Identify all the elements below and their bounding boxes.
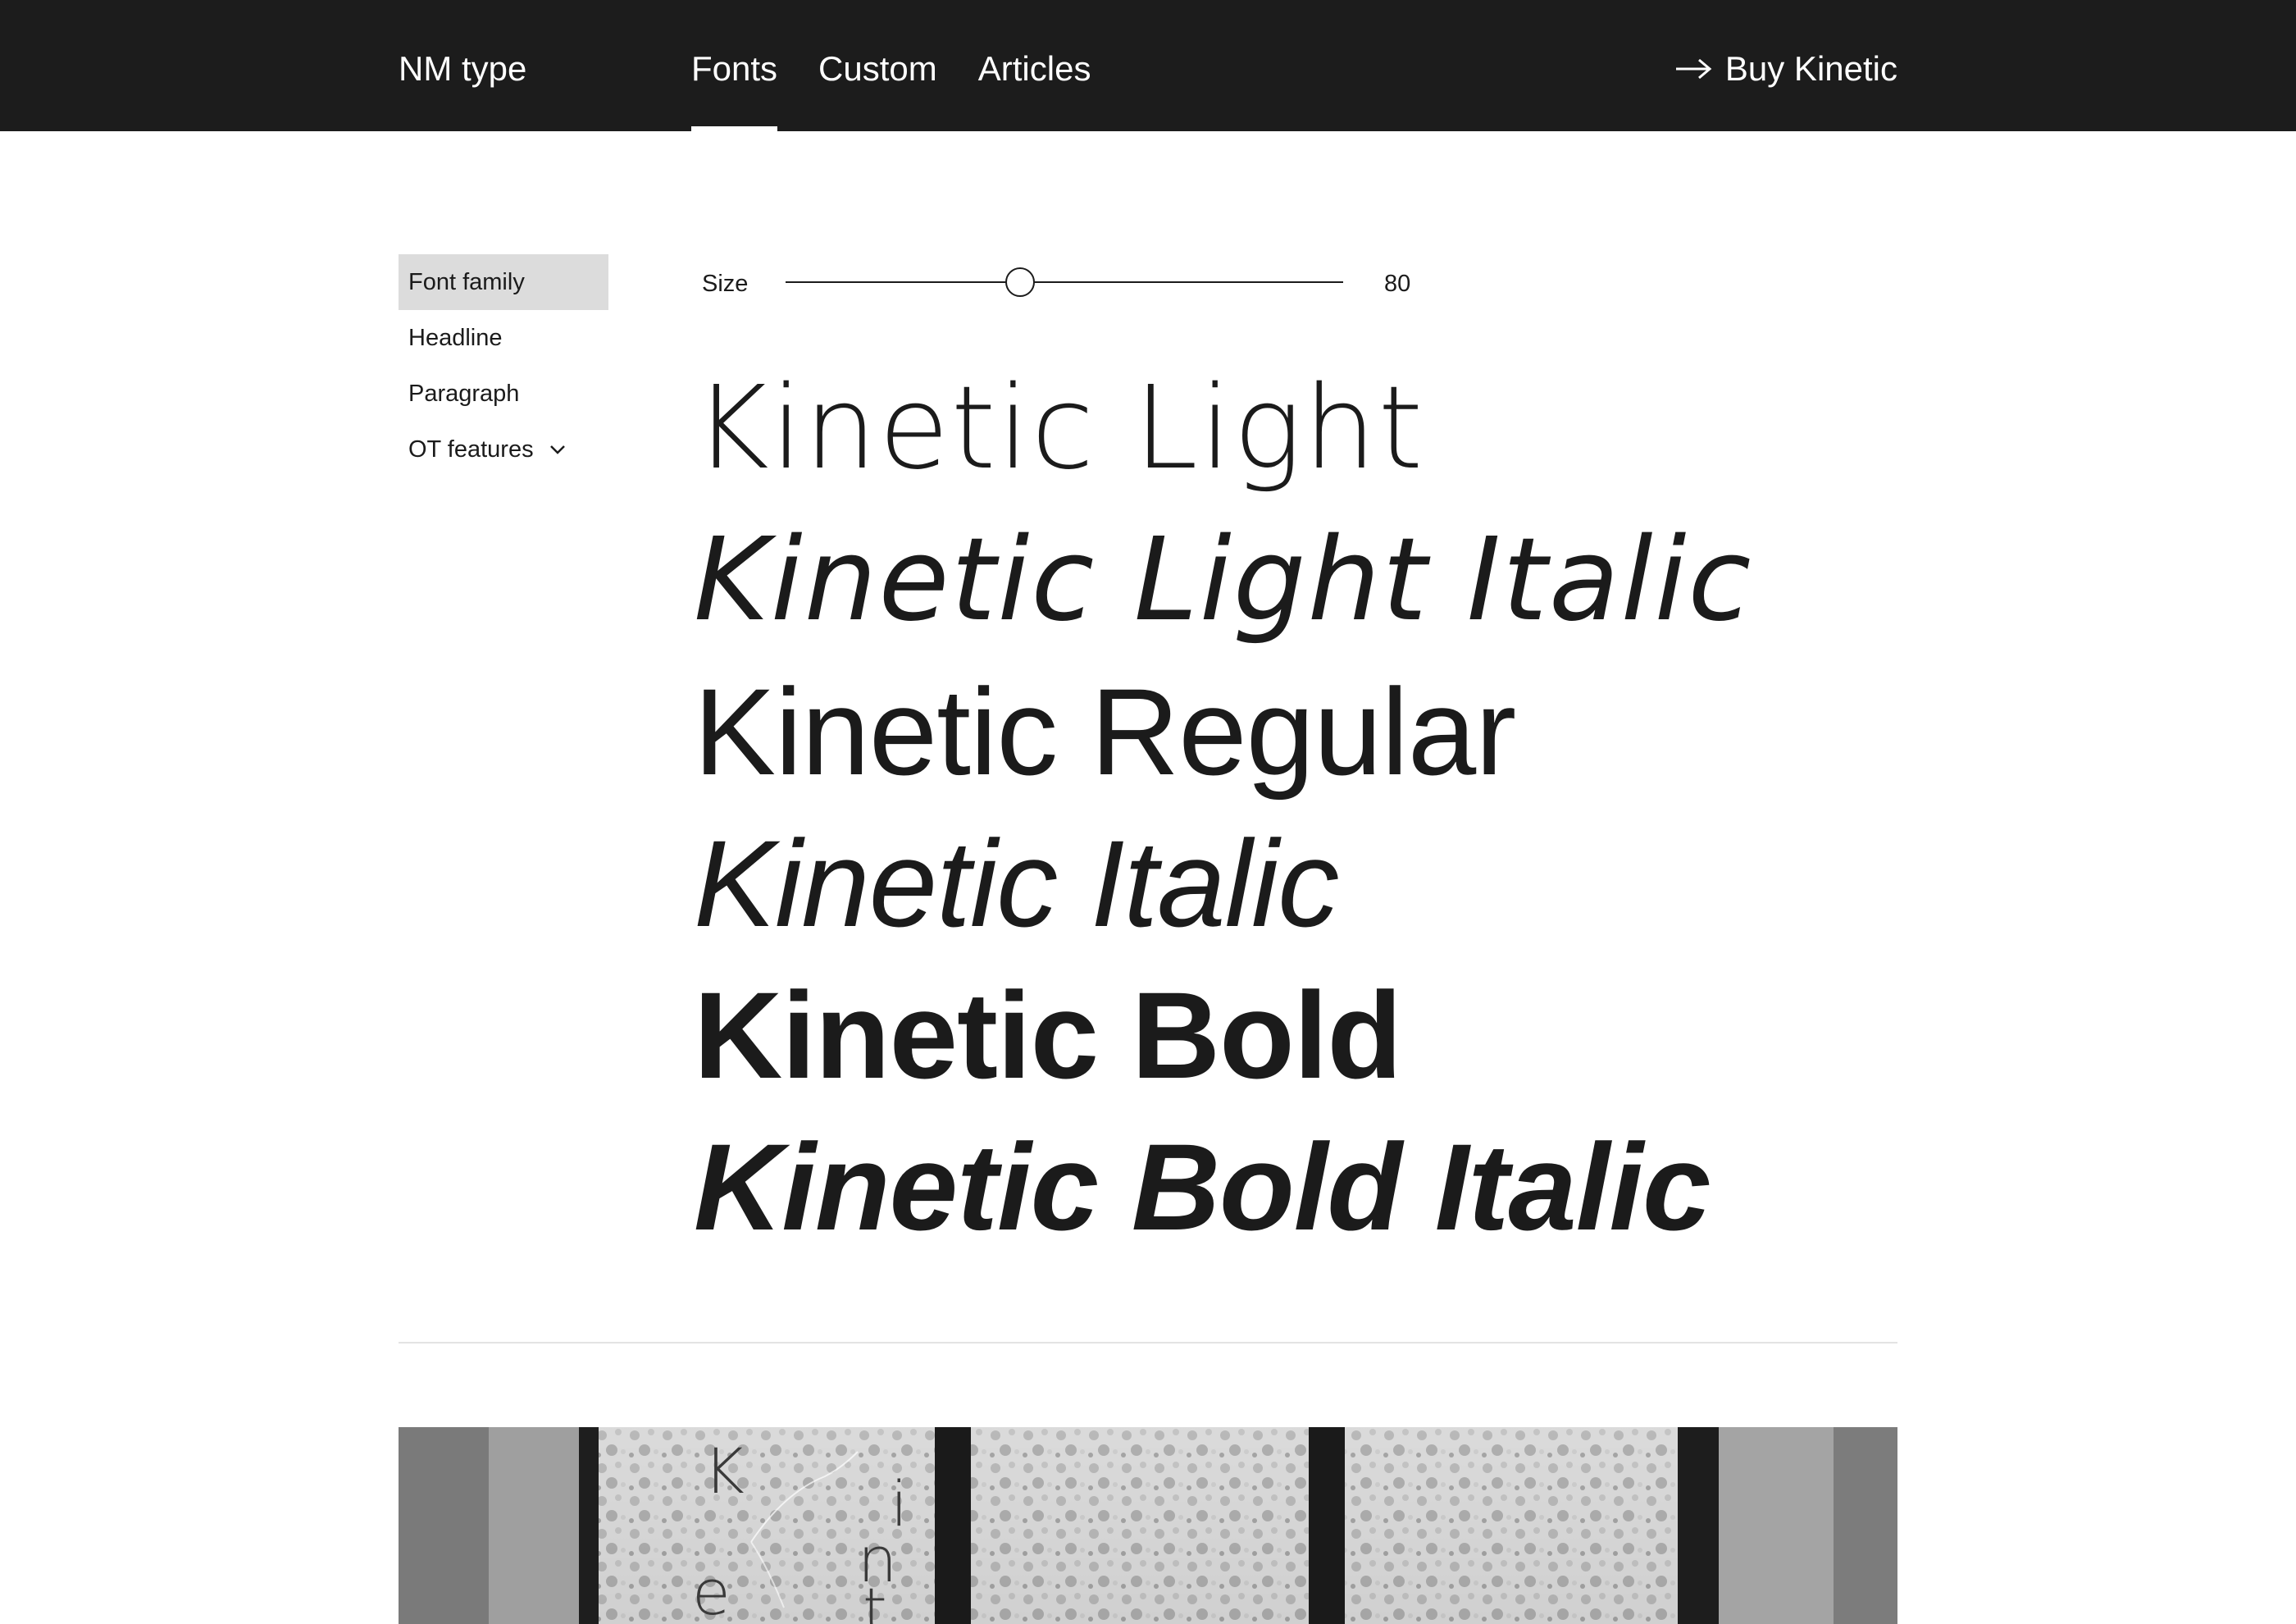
menu-item-label: OT features xyxy=(408,436,534,463)
arrow-right-icon xyxy=(1675,58,1712,80)
menu-item-label: Paragraph xyxy=(408,381,520,407)
size-control: Size 80 xyxy=(702,254,1440,310)
specimen-menu: Font family Headline Paragraph OT featur… xyxy=(399,254,608,477)
specimen-bold[interactable]: Kinetic Bold xyxy=(694,960,1899,1111)
photo-letter-e: e xyxy=(692,1556,731,1624)
menu-item-font-family[interactable]: Font family xyxy=(399,254,608,310)
slider-thumb[interactable] xyxy=(1004,267,1035,297)
photo-letter-k: K xyxy=(704,1435,745,1508)
top-bar: NM type Fonts Custom Articles Buy Kineti… xyxy=(0,0,2296,131)
nav-item-articles[interactable]: Articles xyxy=(978,0,1091,131)
section-divider xyxy=(399,1342,1897,1343)
menu-item-paragraph[interactable]: Paragraph xyxy=(399,366,608,422)
size-label: Size xyxy=(702,271,749,297)
main-nav: Fonts Custom Articles xyxy=(691,0,1132,131)
buy-kinetic-label: Buy Kinetic xyxy=(1724,49,1897,88)
specimen-light-italic[interactable]: Kinetic Light Italic xyxy=(694,504,1899,656)
nav-item-custom[interactable]: Custom xyxy=(818,0,937,131)
menu-item-ot-features[interactable]: OT features xyxy=(399,422,608,477)
specimen-regular[interactable]: Kinetic Regular xyxy=(694,656,1899,808)
slider-track xyxy=(786,281,1343,283)
photo-illustration: K e i n t xyxy=(399,1427,1897,1624)
type-specimens: Kinetic Light Kinetic Light Italic Kinet… xyxy=(694,353,1899,1263)
size-value: 80 xyxy=(1384,271,1411,297)
brand-logo[interactable]: NM type xyxy=(399,0,526,131)
specimen-italic[interactable]: Kinetic Italic xyxy=(694,808,1899,960)
window-lettering-photo: K e i n t xyxy=(399,1427,1897,1624)
size-slider[interactable] xyxy=(786,262,1343,302)
specimen-light[interactable]: Kinetic Light xyxy=(694,353,1899,504)
photo-letter-t: t xyxy=(863,1574,887,1624)
nav-item-fonts[interactable]: Fonts xyxy=(691,0,778,131)
buy-kinetic-button[interactable]: Buy Kinetic xyxy=(1674,0,1897,131)
specimen-bold-italic[interactable]: Kinetic Bold Italic xyxy=(694,1111,1899,1263)
menu-item-label: Font family xyxy=(408,269,525,295)
chevron-down-icon xyxy=(549,445,565,454)
menu-item-headline[interactable]: Headline xyxy=(399,310,608,366)
menu-item-label: Headline xyxy=(408,325,503,351)
